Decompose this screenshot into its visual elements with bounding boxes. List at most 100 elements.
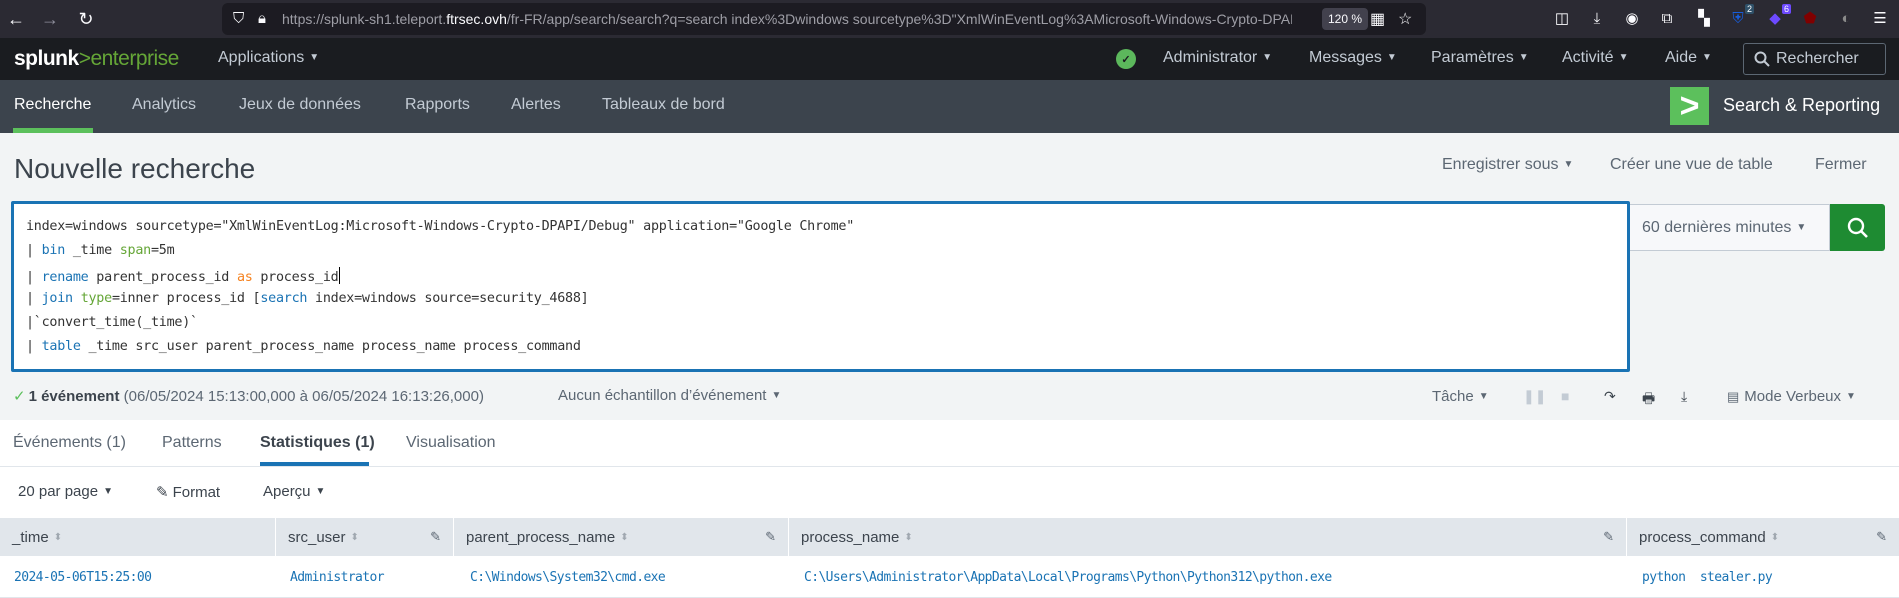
search-query-editor[interactable]: index=windows sourcetype="XmlWinEventLog… <box>11 201 1630 372</box>
app-tab-analytics[interactable]: Analytics <box>132 96 196 114</box>
create-table-view-button[interactable]: Créer une vue de table <box>1610 156 1773 174</box>
settings-menu[interactable]: Paramètres ▼ <box>1431 49 1529 67</box>
download-icon[interactable]: ⤓ <box>1587 8 1607 28</box>
tab-patterns[interactable]: Patterns <box>162 434 222 452</box>
hamburger-menu-icon[interactable]: ☰ <box>1870 8 1890 28</box>
lock-icon[interactable]: 🔒︎ <box>258 10 266 27</box>
sort-icon[interactable]: ⬍ <box>54 532 62 543</box>
tab-statistics[interactable]: Statistiques (1) <box>260 434 375 452</box>
column-header-time[interactable]: _time ⬍ <box>0 518 276 556</box>
time-range-text: (06/05/2024 15:13:00,000 à 06/05/2024 16… <box>119 388 484 405</box>
splunk-logo[interactable]: splunk>enterprise <box>14 47 179 71</box>
search-mode-menu[interactable]: ▤ Mode Verbeux ▼ <box>1727 388 1856 405</box>
cell-process-command[interactable]: python stealer.py <box>1642 570 1773 585</box>
pencil-icon[interactable]: ✎ <box>430 529 441 545</box>
account-icon[interactable]: ◉ <box>1622 8 1642 28</box>
cell-process-name[interactable]: C:\Users\Administrator\AppData\Local\Pro… <box>804 570 1332 585</box>
caret-down-icon: ▼ <box>1518 52 1529 63</box>
pencil-icon[interactable]: ✎ <box>765 529 776 545</box>
ublock-icon[interactable]: ⬟ <box>1800 8 1820 28</box>
run-search-button[interactable] <box>1830 204 1885 251</box>
query-line: | bin _time span=5m <box>26 243 175 258</box>
column-header-process-name[interactable]: process_name ⬍ ✎ <box>789 518 1627 556</box>
sampling-label: Aucun échantillon d’événement <box>558 387 767 404</box>
column-label: process_name <box>801 528 900 546</box>
text-cursor <box>338 267 340 284</box>
reader-mode-icon[interactable]: ▦ <box>1370 9 1385 29</box>
reload-icon[interactable]: ↻ <box>72 5 100 33</box>
sort-icon[interactable]: ⬍ <box>1771 532 1779 543</box>
caret-down-icon: ▼ <box>1702 52 1712 63</box>
query-token: =5m <box>151 243 175 258</box>
cell-src-user[interactable]: Administrator <box>290 570 385 585</box>
app-navigation-bar: Recherche Analytics Jeux de données Rapp… <box>0 80 1899 133</box>
column-header-parent-process-name[interactable]: parent_process_name ⬍ ✎ <box>454 518 789 556</box>
stop-icon[interactable]: ■ <box>1561 388 1569 404</box>
url-bar[interactable]: ⛉ 🔒︎ https://splunk-sh1.teleport.ftrsec.… <box>222 3 1426 35</box>
sort-icon[interactable]: ⬍ <box>351 532 359 543</box>
query-token-arg: span <box>119 243 152 258</box>
app-name[interactable]: Search & Reporting <box>1723 95 1880 116</box>
share-icon[interactable]: ↷ <box>1604 388 1616 405</box>
app-tab-datasets[interactable]: Jeux de données <box>239 96 361 114</box>
extensions-icon[interactable]: ⧉ <box>1657 8 1677 28</box>
job-menu[interactable]: Tâche ▼ <box>1432 388 1489 405</box>
sort-icon[interactable]: ⬍ <box>904 532 912 543</box>
help-label: Aide <box>1665 49 1698 66</box>
query-token-cmd: table <box>41 339 81 354</box>
column-header-process-command[interactable]: process_command ⬍ ✎ <box>1627 518 1899 556</box>
proton-icon[interactable]: ◆ 6 <box>1765 4 1791 28</box>
bitwarden-icon[interactable]: ⛨ 2 <box>1728 4 1754 28</box>
query-token-arg: type <box>80 291 113 306</box>
tab-events[interactable]: Événements (1) <box>13 434 126 452</box>
event-count: 1 événement <box>28 388 120 405</box>
pencil-icon[interactable]: ✎ <box>1603 529 1614 545</box>
table-header: _time ⬍ src_user ⬍ ✎ parent_process_name ⬍ ✎ … <box>0 518 1899 556</box>
time-range-picker[interactable]: 60 dernières minutes ▼ <box>1630 204 1830 251</box>
per-page-menu[interactable]: 20 par page ▼ <box>18 483 113 500</box>
zoom-level-badge[interactable]: 120 % <box>1322 8 1369 30</box>
cell-parent-process-name[interactable]: C:\Windows\System32\cmd.exe <box>470 570 666 585</box>
format-button[interactable]: ✎ Format <box>156 483 220 501</box>
logo-separator: > <box>78 47 91 70</box>
app-tab-search[interactable]: Recherche <box>14 96 91 114</box>
search-app-logo-icon[interactable]: > <box>1670 87 1709 125</box>
preview-menu[interactable]: Aperçu ▼ <box>263 483 325 500</box>
pocket-icon[interactable]: ◫ <box>1552 8 1572 28</box>
caret-down-icon: ▼ <box>1846 391 1856 402</box>
color-picker-icon[interactable]: ◐ <box>1836 8 1856 28</box>
save-as-menu[interactable]: Enregistrer sous ▼ <box>1442 156 1573 174</box>
sort-icon[interactable]: ⬍ <box>620 532 628 543</box>
pencil-icon[interactable]: ✎ <box>1876 529 1887 545</box>
event-sampling-menu[interactable]: Aucun échantillon d’événement ▼ <box>558 387 781 404</box>
print-icon[interactable]: 🖶︎ <box>1642 388 1655 412</box>
query-token <box>73 291 81 306</box>
tab-visualization[interactable]: Visualisation <box>406 434 496 452</box>
bookmark-star-icon[interactable]: ☆ <box>1398 9 1412 29</box>
url-text[interactable]: https://splunk-sh1.teleport.ftrsec.ovh/f… <box>282 11 1292 27</box>
settings-label: Paramètres <box>1431 49 1514 66</box>
pause-icon[interactable]: ❚❚ <box>1523 388 1546 405</box>
column-header-src-user[interactable]: src_user ⬍ ✎ <box>276 518 454 556</box>
query-line: | join type=inner process_id [search ind… <box>26 291 589 306</box>
apps-grid-icon[interactable]: ▚ <box>1694 8 1714 28</box>
help-menu[interactable]: Aide ▼ <box>1665 49 1712 67</box>
messages-menu[interactable]: Messages ▼ <box>1309 49 1397 67</box>
query-token-kw: as <box>236 270 253 285</box>
comment-icon: ▤ <box>1727 389 1740 404</box>
app-tab-reports[interactable]: Rapports <box>405 96 470 114</box>
close-button[interactable]: Fermer <box>1815 156 1867 174</box>
cell-time[interactable]: 2024-05-06T15:25:00 <box>14 570 152 585</box>
app-tab-alerts[interactable]: Alertes <box>511 96 561 114</box>
back-icon[interactable]: ← <box>2 5 30 33</box>
shield-icon[interactable]: ⛉ <box>233 10 244 27</box>
user-menu[interactable]: Administrator ▼ <box>1163 49 1272 67</box>
applications-menu[interactable]: Applications ▼ <box>218 49 319 67</box>
forward-icon[interactable]: → <box>36 5 64 33</box>
health-status-icon[interactable]: ✓ <box>1116 49 1136 69</box>
export-icon[interactable]: ⤓ <box>1681 388 1687 405</box>
activity-menu[interactable]: Activité ▼ <box>1562 49 1628 67</box>
app-tab-dashboards[interactable]: Tableaux de bord <box>602 96 725 114</box>
query-token-cmd: bin <box>41 243 66 258</box>
global-search-button[interactable]: Rechercher <box>1743 43 1886 75</box>
